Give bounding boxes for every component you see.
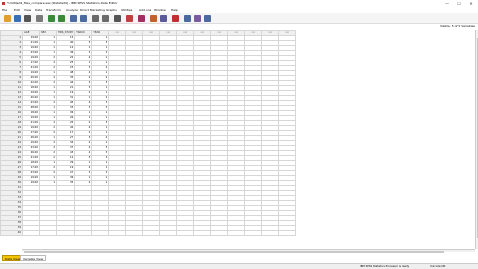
value-labels-icon[interactable] [184, 15, 191, 22]
toolbar [0, 13, 478, 24]
undo-icon[interactable] [48, 15, 55, 22]
empty-cell[interactable] [261, 230, 280, 236]
empty-cell[interactable] [108, 230, 127, 236]
insert-cases-icon[interactable] [126, 15, 133, 22]
table-row: 40 [0, 230, 297, 236]
menu-file[interactable]: File [2, 8, 7, 12]
menu-data[interactable]: Data [35, 8, 42, 12]
select-cases-icon[interactable] [172, 15, 179, 22]
visible-variables-info: Visible: 5 of 5 Variables [439, 24, 475, 28]
tab-variable-view[interactable]: Variable View [20, 255, 47, 261]
status-bar: IBM SPSS Statistics Processor is ready U… [0, 263, 478, 269]
redo-icon[interactable] [58, 15, 65, 22]
menu-add-ons[interactable]: Add-ons [139, 8, 151, 12]
goto-case-icon[interactable] [70, 15, 77, 22]
data-cell[interactable] [91, 230, 110, 236]
empty-cell[interactable] [210, 230, 229, 236]
menu-view[interactable]: View [24, 8, 31, 12]
empty-cell[interactable] [142, 230, 161, 236]
empty-cell[interactable] [159, 230, 178, 236]
split-file-icon[interactable] [150, 15, 157, 22]
run-descriptives-icon[interactable] [102, 15, 109, 22]
title-bar: *Untitled4_files_compare.sav [DataSet4] … [0, 0, 478, 7]
horizontal-scrollbar[interactable] [22, 249, 475, 253]
spss-app-icon [2, 1, 5, 5]
menu-analyze[interactable]: Analyze [66, 8, 78, 12]
empty-cell[interactable] [227, 230, 246, 236]
menu-direct-marketing[interactable]: Direct Marketing [80, 8, 105, 12]
data-cell[interactable] [55, 230, 76, 236]
minimize-button[interactable]: — [441, 0, 453, 7]
print-icon[interactable] [24, 15, 31, 22]
menu-graphs[interactable]: Graphs [106, 8, 117, 12]
goto-variable-icon[interactable] [80, 15, 87, 22]
insert-variable-icon[interactable] [138, 15, 145, 22]
find-icon[interactable] [114, 15, 121, 22]
data-cell[interactable] [22, 230, 40, 236]
empty-cell[interactable] [278, 230, 297, 236]
empty-cell[interactable] [125, 230, 144, 236]
view-tabs: Data View Variable View [0, 254, 478, 262]
data-cell[interactable] [39, 230, 57, 236]
row-number[interactable]: 40 [0, 230, 23, 236]
menu-window[interactable]: Window [154, 8, 166, 12]
menu-edit[interactable]: Edit [14, 8, 20, 12]
empty-cell[interactable] [244, 230, 263, 236]
save-icon[interactable] [14, 15, 21, 22]
data-grid[interactable]: AGE SEX HRS_STUDY TRACK YEAR var var var var var v… [0, 30, 475, 249]
column-header-hrs-study[interactable]: HRS_STUDY [55, 30, 76, 36]
encoding-status: Unicode:ON [430, 265, 446, 268]
processor-status: IBM SPSS Statistics Processor is ready [360, 265, 410, 268]
maximize-button[interactable]: ☐ [453, 0, 465, 7]
menu-transform[interactable]: Transform [46, 8, 61, 12]
variables-icon[interactable] [92, 15, 99, 22]
window-title: *Untitled4_files_compare.sav [DataSet4] … [7, 1, 118, 5]
menu-help[interactable]: Help [171, 8, 178, 12]
empty-cell[interactable] [176, 230, 195, 236]
data-table: AGE SEX HRS_STUDY TRACK YEAR var var var var var v… [0, 30, 297, 236]
use-sets-icon[interactable] [194, 15, 201, 22]
weight-cases-icon[interactable] [160, 15, 167, 22]
horizontal-scroll-thumb[interactable] [24, 250, 444, 253]
open-folder-icon[interactable] [4, 15, 11, 22]
empty-cell[interactable] [193, 230, 212, 236]
dialog-recall-icon[interactable] [36, 15, 43, 22]
data-cell[interactable] [74, 230, 93, 236]
spelling-icon[interactable] [204, 15, 211, 22]
close-button[interactable]: ✕ [465, 0, 477, 7]
menu-utilities[interactable]: Utilities [121, 8, 132, 12]
